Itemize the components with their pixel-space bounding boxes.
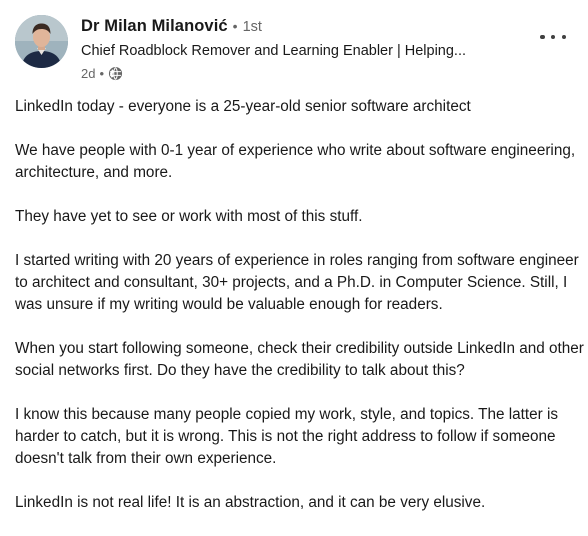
linkedin-post: Dr Milan Milanović • 1st Chief Roadblock…	[0, 0, 588, 532]
name-separator: •	[232, 18, 238, 34]
post-paragraph: When you start following someone, check …	[15, 340, 584, 379]
post-meta: 2d •	[81, 64, 528, 82]
post-paragraph: LinkedIn is not real life! It is an abst…	[15, 494, 486, 511]
connection-degree: 1st	[242, 19, 262, 35]
post-paragraph: They have yet to see or work with most o…	[15, 208, 363, 225]
post-body: LinkedIn today - everyone is a 25-year-o…	[15, 96, 585, 536]
author-name[interactable]: Dr Milan Milanović	[81, 17, 228, 36]
ellipsis-icon-dot	[550, 34, 556, 40]
avatar[interactable]	[15, 15, 68, 68]
post-paragraph: LinkedIn today - everyone is a 25-year-o…	[15, 98, 471, 115]
meta-separator: •	[99, 65, 105, 81]
ellipsis-icon-dot	[561, 34, 566, 40]
author-headline[interactable]: Chief Roadblock Remover and Learning Ena…	[81, 43, 528, 63]
post-header: Dr Milan Milanović • 1st Chief Roadblock…	[81, 17, 528, 82]
post-paragraph: I know this because many people copied m…	[15, 406, 559, 467]
more-options-button[interactable]	[540, 28, 566, 46]
avatar-photo	[15, 15, 68, 68]
post-timestamp[interactable]: 2d	[81, 66, 95, 81]
post-paragraph: I started writing with 20 years of exper…	[15, 252, 579, 313]
author-row: Dr Milan Milanović • 1st	[81, 17, 528, 39]
ellipsis-icon-dot	[540, 34, 545, 40]
globe-icon	[108, 66, 123, 81]
post-paragraph: We have people with 0-1 year of experien…	[15, 142, 576, 181]
